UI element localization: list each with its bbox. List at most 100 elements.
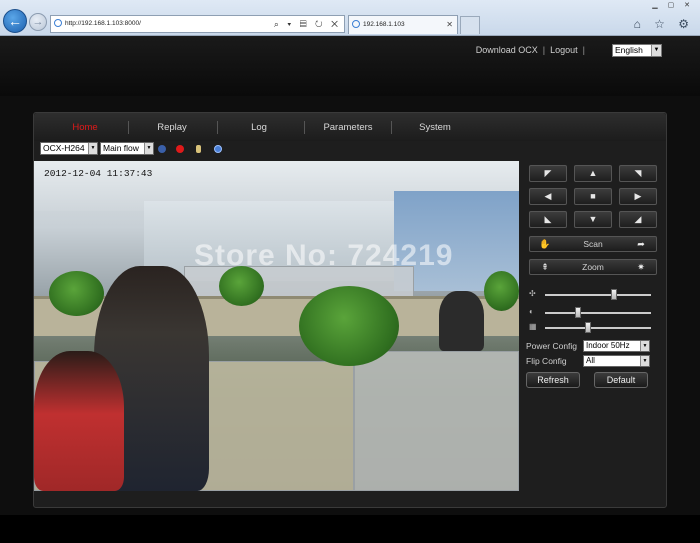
menu-divider (128, 121, 129, 134)
tab-system[interactable]: System (404, 122, 466, 133)
zoom-out-icon[interactable]: ✷ (630, 261, 652, 273)
arrow-right-icon: ▶ (634, 191, 642, 201)
video-plant (484, 271, 519, 311)
tab-favicon-icon (352, 20, 360, 28)
chevron-down-icon: ▼ (640, 341, 649, 351)
home-favorites-settings-icons[interactable]: ⌂ ☆ ⚙ (634, 17, 694, 31)
forward-arrow-icon: → (32, 16, 44, 28)
footer-bar (0, 515, 700, 543)
flip-config-label: Flip Config (526, 356, 567, 366)
back-button[interactable]: ← (3, 9, 27, 33)
menu-divider (217, 121, 218, 134)
arrow-down-right-icon: ◢ (634, 214, 642, 224)
zoom-in-icon[interactable]: ⇞ (534, 261, 556, 273)
video-person (439, 291, 484, 351)
ptz-up-left-button[interactable]: ◤ (529, 165, 567, 182)
tab-log[interactable]: Log (230, 122, 288, 133)
menu-divider (304, 121, 305, 134)
power-config-select[interactable]: Indoor 50Hz ▼ (583, 340, 650, 352)
window-controls[interactable]: ▁ ▢ ✕ (652, 1, 694, 9)
power-config-value: Indoor 50Hz (586, 341, 630, 350)
microphone-icon[interactable] (196, 145, 201, 153)
codec-value: OCX-H264 (43, 143, 85, 153)
language-select[interactable]: English ▼ (612, 44, 662, 57)
address-text: http://192.168.1.103:8000/ (65, 20, 141, 27)
default-button[interactable]: Default (594, 372, 648, 388)
arrow-up-icon: ▲ (588, 168, 598, 178)
language-value: English (615, 45, 643, 55)
record-icon[interactable] (176, 145, 184, 153)
saturation-icon: ▦ (529, 322, 537, 331)
arrow-up-right-icon: ◥ (634, 168, 642, 178)
brightness-icon: ✣ (529, 289, 536, 298)
video-plant (299, 286, 399, 366)
download-ocx-link[interactable]: Download OCX (476, 45, 538, 55)
browser-chrome: ← → http://192.168.1.103:8000/ ⌕ ▾ ▤ ↻ ✕… (0, 0, 700, 36)
flip-config-value: All (586, 356, 595, 365)
ptz-up-button[interactable]: ▲ (574, 165, 612, 182)
address-bar[interactable]: http://192.168.1.103:8000/ ⌕ ▾ ▤ ↻ ✕ (50, 15, 345, 33)
ptz-center-button[interactable]: ■ (574, 188, 612, 205)
scan-left-icon[interactable]: ✋ (534, 238, 556, 250)
chevron-down-icon: ▼ (651, 45, 661, 56)
header-links: Download OCX | Logout | (476, 45, 590, 55)
new-tab-button[interactable] (460, 16, 480, 34)
power-config-label: Power Config (526, 341, 578, 351)
ptz-down-button[interactable]: ▼ (574, 211, 612, 228)
video-timestamp: 2012-12-04 11:37:43 (44, 168, 153, 179)
menu-divider (391, 121, 392, 134)
tab-home[interactable]: Home (56, 122, 114, 133)
arrow-left-icon: ◀ (544, 191, 552, 201)
slider-track (545, 294, 651, 296)
snapshot-icon[interactable] (158, 145, 166, 153)
ptz-down-right-button[interactable]: ◢ (619, 211, 657, 228)
chevron-down-icon: ▼ (144, 143, 153, 154)
page-icon (54, 19, 62, 28)
stream-value: Main flow (103, 143, 139, 153)
camera-panel: Home Replay Log Parameters System OCX-H2… (33, 112, 667, 508)
ptz-right-button[interactable]: ▶ (619, 188, 657, 205)
browser-tab[interactable]: 192.168.1.103 ✕ (348, 15, 458, 34)
tab-parameters[interactable]: Parameters (314, 122, 382, 133)
video-feed[interactable]: 2012-12-04 11:37:43 Store No: 724219 (34, 161, 519, 491)
refresh-button[interactable]: Refresh (526, 372, 580, 388)
ptz-down-left-button[interactable]: ◣ (529, 211, 567, 228)
main-menu: Home Replay Log Parameters System (34, 113, 666, 141)
tab-title: 192.168.1.103 (363, 21, 405, 28)
arrow-up-left-icon: ◤ (544, 168, 552, 178)
zoom-control: Zoom ⇞ ✷ (529, 259, 657, 275)
tab-replay[interactable]: Replay (142, 122, 202, 133)
header-separator: | (542, 45, 546, 55)
stream-select[interactable]: Main flow ▼ (100, 142, 154, 155)
video-person (34, 351, 124, 491)
logout-link[interactable]: Logout (550, 45, 578, 55)
chevron-down-icon: ▼ (88, 143, 97, 154)
watermark-text: Store No: 724219 (194, 239, 454, 272)
ptz-left-button[interactable]: ◀ (529, 188, 567, 205)
slider-track (545, 312, 651, 314)
contrast-icon: ◐ (529, 307, 534, 316)
back-arrow-icon: ← (8, 13, 22, 29)
slider-thumb[interactable] (575, 307, 581, 318)
codec-select[interactable]: OCX-H264 ▼ (40, 142, 98, 155)
slider-thumb[interactable] (611, 289, 617, 300)
flip-config-select[interactable]: All ▼ (583, 355, 650, 367)
slider-track (545, 327, 651, 329)
stop-icon: ■ (590, 191, 596, 201)
forward-button[interactable]: → (29, 13, 47, 31)
brightness-slider[interactable]: ✣ (529, 289, 657, 300)
contrast-slider[interactable]: ◐ (529, 307, 657, 318)
address-tools-icons[interactable]: ⌕ ▾ ▤ ↻ ✕ (274, 16, 341, 32)
ptz-up-right-button[interactable]: ◥ (619, 165, 657, 182)
video-plant (49, 271, 104, 316)
video-cubicle (354, 351, 519, 491)
header-separator: | (582, 45, 585, 55)
tab-close-icon[interactable]: ✕ (446, 16, 453, 33)
chevron-down-icon: ▼ (640, 356, 649, 366)
header-bar: Download OCX | Logout | English ▼ (0, 36, 700, 96)
saturation-slider[interactable]: ▦ (529, 322, 657, 333)
scan-right-icon[interactable]: ➦ (630, 238, 652, 250)
arrow-down-left-icon: ◣ (544, 214, 552, 224)
speaker-icon[interactable] (214, 145, 222, 153)
slider-thumb[interactable] (585, 322, 591, 333)
